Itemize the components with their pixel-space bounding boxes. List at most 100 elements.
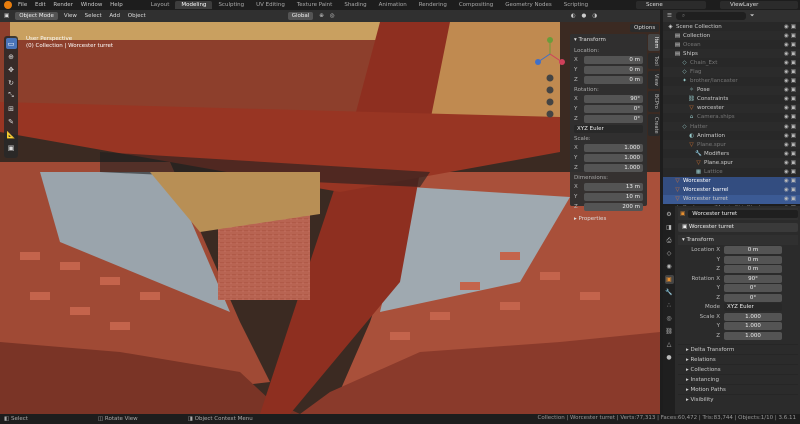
eye-icon[interactable]: ◉: [784, 78, 789, 84]
transform-field[interactable]: 0°: [724, 284, 782, 293]
camera-render-icon[interactable]: ▣: [791, 33, 796, 39]
eye-icon[interactable]: ◉: [784, 142, 789, 148]
outliner-item[interactable]: ◐ Animation ◉ ▣: [663, 131, 800, 140]
proportional-edit-icon[interactable]: ◎: [330, 13, 335, 19]
mode-dropdown[interactable]: XYZ Euler: [724, 303, 782, 312]
outliner-item[interactable]: ▽ Plane.spur ◉ ▣: [663, 158, 800, 168]
location-y-field[interactable]: 0 m: [584, 65, 643, 74]
select-box-icon[interactable]: ▭: [5, 38, 17, 49]
tab-animation[interactable]: Animation: [373, 1, 413, 9]
camera-render-icon[interactable]: ▣: [791, 169, 796, 175]
menu-file[interactable]: File: [18, 2, 27, 8]
shading-material-icon[interactable]: ◑: [592, 13, 597, 19]
camera-render-icon[interactable]: ▣: [791, 87, 796, 93]
world-tab-icon[interactable]: ◉: [665, 262, 674, 271]
section-header[interactable]: ▸ Motion Paths: [678, 384, 798, 394]
outliner-item[interactable]: ◈ Scene Collection ◉ ▣: [663, 22, 800, 31]
transform-field[interactable]: 0 m: [724, 246, 782, 255]
outliner-item[interactable]: ▽ worcester ◉ ▣: [663, 103, 800, 113]
transform-panel-header[interactable]: ▾ Transform: [574, 36, 643, 45]
camera-render-icon[interactable]: ▣: [791, 69, 796, 75]
scale-y-field[interactable]: 1.000: [584, 153, 643, 162]
camera-render-icon[interactable]: ▣: [791, 178, 796, 184]
scale-z-field[interactable]: 1.000: [584, 163, 643, 172]
outliner-item[interactable]: ▽ Worcester ◉ ▣: [663, 176, 800, 186]
scale-field[interactable]: 1.000: [724, 331, 782, 340]
eye-icon[interactable]: ◉: [784, 60, 789, 66]
rotation-y-field[interactable]: 0°: [584, 104, 643, 113]
dimensions-y-field[interactable]: 10 m: [584, 192, 643, 201]
scale-field[interactable]: 1.000: [724, 312, 782, 321]
outliner-item[interactable]: ▤ Ocean ◉ ▣: [663, 40, 800, 49]
location-z-field[interactable]: 0 m: [584, 75, 643, 84]
location-x-field[interactable]: 0 m: [584, 55, 643, 64]
camera-render-icon[interactable]: ▣: [791, 151, 796, 157]
scale-x-field[interactable]: 1.000: [584, 143, 643, 152]
snap-icon[interactable]: ⊕: [319, 13, 324, 19]
menu-add[interactable]: Add: [109, 13, 120, 19]
object-name-field[interactable]: Worcester turret: [688, 210, 798, 218]
eye-icon[interactable]: ◉: [784, 196, 789, 202]
object-tab-icon[interactable]: ▣: [664, 275, 674, 284]
constraints-tab-icon[interactable]: ⛓: [665, 327, 674, 336]
move-icon[interactable]: ✥: [6, 64, 17, 75]
outliner-item[interactable]: ▤ Collection ◉ ▣: [663, 31, 800, 41]
outliner-item[interactable]: ◇ Hatter ◉ ▣: [663, 122, 800, 132]
eye-icon[interactable]: ◉: [784, 33, 789, 39]
filter-icon[interactable]: ⏷: [750, 13, 754, 20]
section-header[interactable]: ▸ Collections: [678, 364, 798, 374]
outliner-item[interactable]: ⌂ Camera.ships ◉ ▣: [663, 113, 800, 122]
tab-bcpro[interactable]: BCPro: [648, 90, 660, 112]
eye-icon[interactable]: ◉: [784, 133, 789, 139]
menu-window[interactable]: Window: [81, 2, 103, 8]
outliner-item[interactable]: ✧ Pose ◉ ▣: [663, 85, 800, 95]
tab-view[interactable]: View: [648, 71, 660, 89]
3d-viewport[interactable]: User Perspective (0) Collection | Worces…: [0, 22, 660, 414]
tab-compositing[interactable]: Compositing: [453, 1, 499, 9]
eye-icon[interactable]: ◉: [784, 51, 789, 57]
eye-icon[interactable]: ◉: [784, 178, 789, 184]
camera-render-icon[interactable]: ▣: [791, 133, 796, 139]
outliner-item[interactable]: 🔧 Modifiers ◉ ▣: [663, 149, 800, 158]
particles-tab-icon[interactable]: ∴: [665, 301, 674, 310]
eye-icon[interactable]: ◉: [784, 124, 789, 130]
section-header[interactable]: ▸ Visibility: [678, 394, 798, 404]
camera-render-icon[interactable]: ▣: [791, 187, 796, 193]
transform-field[interactable]: 0 m: [724, 265, 782, 274]
modifier-tab-icon[interactable]: 🔧: [665, 288, 674, 297]
section-header[interactable]: ▸ Instancing: [678, 374, 798, 384]
tab-geometry-nodes[interactable]: Geometry Nodes: [499, 1, 557, 9]
outliner-editor-icon[interactable]: ☰: [667, 13, 672, 19]
rotation-mode-dropdown[interactable]: XYZ Euler: [574, 125, 643, 133]
camera-render-icon[interactable]: ▣: [791, 160, 796, 166]
rotation-z-field[interactable]: 0°: [584, 114, 643, 123]
outliner-search-input[interactable]: ⌕: [675, 12, 746, 20]
eye-icon[interactable]: ◉: [784, 96, 789, 102]
scene-selector[interactable]: Scene: [636, 1, 706, 9]
dimensions-x-field[interactable]: 13 m: [584, 182, 643, 191]
navigation-gizmo[interactable]: [530, 34, 570, 130]
output-tab-icon[interactable]: ⎙: [665, 236, 674, 245]
options-button[interactable]: Options: [630, 24, 660, 32]
menu-edit[interactable]: Edit: [35, 2, 46, 8]
menu-view[interactable]: View: [64, 13, 77, 19]
menu-select[interactable]: Select: [85, 13, 102, 19]
mode-dropdown[interactable]: Object Mode: [15, 12, 58, 20]
measure-icon[interactable]: 📐: [6, 129, 17, 140]
camera-render-icon[interactable]: ▣: [791, 60, 796, 66]
section-header[interactable]: ▸ Relations: [678, 354, 798, 364]
camera-render-icon[interactable]: ▣: [791, 78, 796, 84]
tab-tool[interactable]: Tool: [648, 53, 660, 70]
outliner-item[interactable]: ▽ Worcester turret ◉ ▣: [663, 194, 800, 204]
eye-icon[interactable]: ◉: [784, 42, 789, 48]
transform-field[interactable]: 0 m: [724, 255, 782, 264]
transform-section-header[interactable]: ▾ Transform: [678, 235, 798, 245]
shading-solid-icon[interactable]: ●: [582, 13, 587, 19]
camera-render-icon[interactable]: ▣: [791, 196, 796, 202]
object-datablock[interactable]: ▣ Worcester turret: [678, 223, 798, 232]
camera-render-icon[interactable]: ▣: [791, 142, 796, 148]
dimensions-z-field[interactable]: 200 m: [584, 202, 643, 211]
eye-icon[interactable]: ◉: [784, 24, 789, 30]
eye-icon[interactable]: ◉: [784, 151, 789, 157]
outliner-item[interactable]: ▤ Ships ◉ ▣: [663, 49, 800, 59]
